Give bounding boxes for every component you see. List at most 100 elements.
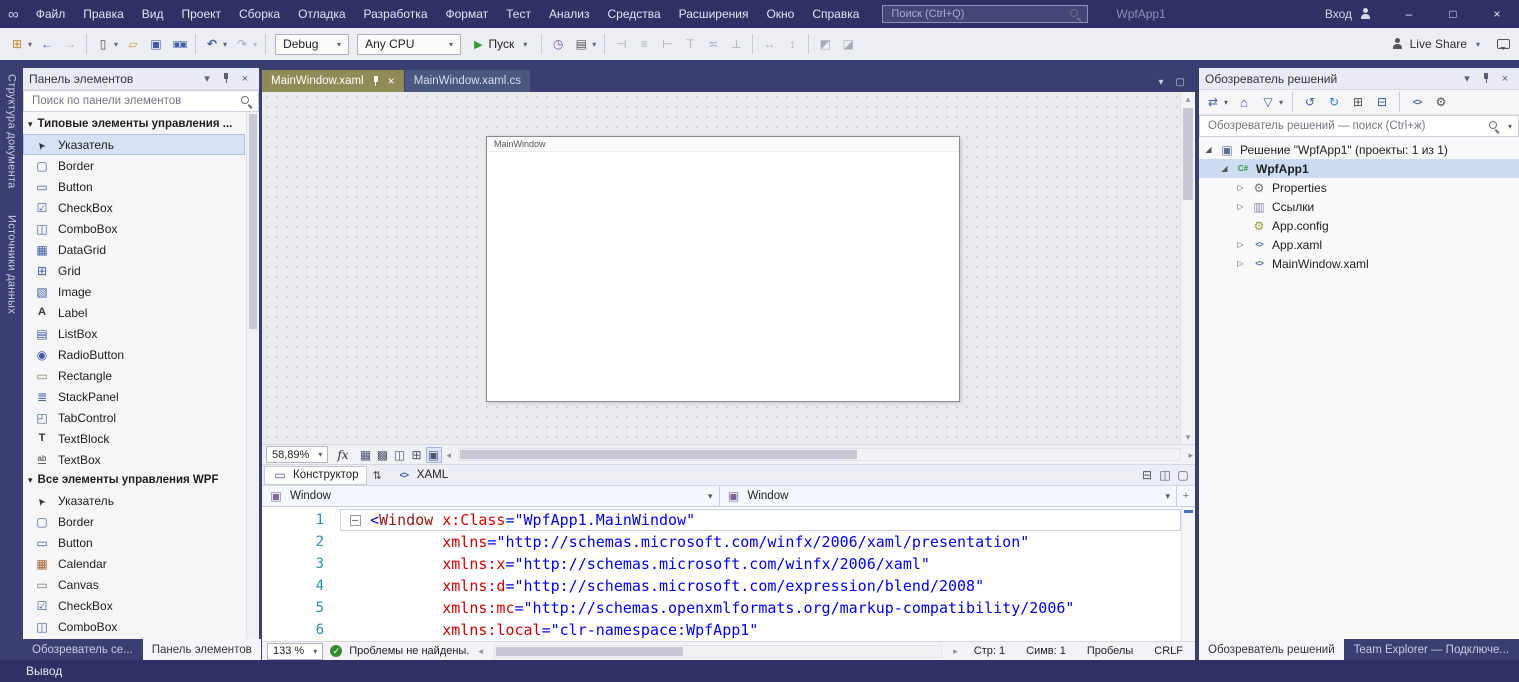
snap-grid-icon[interactable] <box>375 447 391 463</box>
toolbox-scrollbar[interactable] <box>246 112 259 639</box>
pin-icon[interactable] <box>371 75 381 88</box>
tree-item[interactable]: ▷Properties <box>1199 178 1519 197</box>
maximize-button[interactable]: □ <box>1431 0 1475 28</box>
toolbox-item[interactable]: TabControl <box>23 407 245 428</box>
add-item-icon[interactable]: ▾ <box>6 32 35 56</box>
line-ending-indicator[interactable]: CRLF <box>1154 645 1183 657</box>
menu-item[interactable]: Тест <box>497 0 540 28</box>
menu-item[interactable]: Расширения <box>670 0 758 28</box>
expander-icon[interactable]: ▷ <box>1235 259 1246 268</box>
properties-icon[interactable] <box>1430 90 1452 114</box>
code-line[interactable]: 2 xmlns="http://schemas.microsoft.com/wi… <box>262 531 1181 553</box>
toolbox-item[interactable]: StackPanel <box>23 386 245 407</box>
indentation-indicator[interactable]: Пробелы <box>1087 645 1133 657</box>
menu-item[interactable]: Правка <box>74 0 133 28</box>
code-view-icon[interactable] <box>1406 90 1428 114</box>
collapse-all-icon[interactable] <box>1371 90 1393 114</box>
output-window-icon[interactable]: ▾ <box>570 32 599 56</box>
expander-icon[interactable]: ▷ <box>1235 202 1246 211</box>
editor-vertical-scrollbar[interactable] <box>1181 507 1195 641</box>
toolbox-item[interactable]: Указатель <box>23 490 245 511</box>
scroll-down-icon[interactable]: ▾ <box>1184 430 1193 444</box>
toolbox-item[interactable]: Button <box>23 532 245 553</box>
open-file-icon[interactable] <box>122 32 144 56</box>
close-icon[interactable]: × <box>1497 73 1513 85</box>
scrollbar-thumb[interactable] <box>496 647 683 656</box>
menu-item[interactable]: Справка <box>803 0 868 28</box>
design-window-preview[interactable]: MainWindow <box>486 136 960 402</box>
toolbox-item[interactable]: RadioButton <box>23 344 245 365</box>
code-line[interactable]: 5 xmlns:mc="http://schemas.openxmlformat… <box>262 597 1181 619</box>
home-icon[interactable] <box>1233 90 1255 114</box>
toolbox-item[interactable]: ComboBox <box>23 616 245 637</box>
snap-to-snaplines-icon[interactable] <box>426 447 442 463</box>
tree-item[interactable]: ◢WpfApp1 <box>1199 159 1519 178</box>
toolbox-item[interactable]: Border <box>23 155 245 176</box>
breadcrumb-left-dropdown[interactable]: Window ▾ <box>262 486 720 506</box>
navigate-back-icon[interactable] <box>36 32 58 56</box>
solution-platforms-dropdown[interactable]: Any CPU▾ <box>357 34 461 55</box>
close-button[interactable]: × <box>1475 0 1519 28</box>
chevron-down-icon[interactable]: ▾ <box>1508 122 1512 131</box>
menu-item[interactable]: Вид <box>133 0 173 28</box>
scrollbar-thumb[interactable] <box>1183 108 1193 200</box>
window-position-icon[interactable]: ▾ <box>1459 72 1475 85</box>
switch-views-icon[interactable]: ▾ <box>1202 90 1231 114</box>
toolbox-item[interactable]: ListBox <box>23 323 245 344</box>
code-line[interactable]: 4 xmlns:d="http://schemas.microsoft.com/… <box>262 575 1181 597</box>
panel-tab[interactable]: Team Explorer — Подключе... <box>1345 639 1518 660</box>
snaplines-icon[interactable] <box>392 447 408 463</box>
window-position-icon[interactable]: ▾ <box>199 72 215 85</box>
menu-item[interactable]: Отладка <box>289 0 354 28</box>
menu-item[interactable]: Формат <box>437 0 498 28</box>
toolbox-item[interactable]: Rectangle <box>23 365 245 386</box>
issues-status[interactable]: Проблемы не найдены. <box>349 645 469 657</box>
toolbox-item[interactable]: Label <box>23 302 245 323</box>
effects-button[interactable]: fx <box>331 448 354 462</box>
expander-icon[interactable]: ▷ <box>1235 183 1246 192</box>
xaml-editor[interactable]: 1–<Window x:Class="WpfApp1.MainWindow"2 … <box>262 507 1195 641</box>
scroll-right-icon[interactable]: ▸ <box>1186 448 1195 462</box>
toolbox-item[interactable]: TextBlock <box>23 428 245 449</box>
designer-surface[interactable]: MainWindow ▴ ▾ <box>262 92 1195 444</box>
close-icon[interactable]: × <box>388 74 395 88</box>
save-all-icon[interactable] <box>168 32 190 56</box>
breadcrumb-right-dropdown[interactable]: Window ▾ <box>720 486 1178 506</box>
code-line[interactable]: 1–<Window x:Class="WpfApp1.MainWindow" <box>262 509 1181 531</box>
health-check-icon[interactable]: ✓ <box>330 645 342 657</box>
designer-vertical-scrollbar[interactable]: ▴ ▾ <box>1180 92 1195 444</box>
toolbox-item[interactable]: Calendar <box>23 553 245 574</box>
toolbox-item[interactable]: CheckBox <box>23 595 245 616</box>
tree-item[interactable]: ▷Ссылки <box>1199 197 1519 216</box>
toolbox-item[interactable]: CheckBox <box>23 197 245 218</box>
code-line[interactable]: 6 xmlns:local="clr-namespace:WpfApp1" <box>262 619 1181 641</box>
splitter-grip-icon[interactable]: + <box>1177 490 1195 502</box>
split-vertical-icon[interactable] <box>1157 467 1173 483</box>
designer-zoom-dropdown[interactable]: 58,89% ▾ <box>266 446 328 463</box>
pin-icon[interactable] <box>221 72 231 85</box>
menu-item[interactable]: Сборка <box>230 0 289 28</box>
expand-pane-icon[interactable] <box>1175 467 1191 483</box>
sync-with-active-icon[interactable] <box>1299 90 1321 114</box>
fold-toggle-icon[interactable]: – <box>350 515 361 526</box>
undo-icon[interactable]: ▾ <box>201 32 230 56</box>
sign-in-button[interactable]: Вход <box>1325 7 1371 21</box>
xaml-view-tab[interactable]: XAML <box>388 466 456 485</box>
quick-search-box[interactable] <box>882 5 1088 23</box>
editor-horizontal-scrollbar[interactable] <box>494 645 942 658</box>
scrollbar-track[interactable] <box>1181 106 1195 430</box>
scroll-right-icon[interactable]: ▸ <box>951 644 960 658</box>
feedback-button[interactable] <box>1494 32 1513 56</box>
editor-zoom-dropdown[interactable]: 133 % ▾ <box>267 643 323 660</box>
toolbox-item[interactable]: Grid <box>23 260 245 281</box>
tree-item[interactable]: ▷App.xaml <box>1199 235 1519 254</box>
menu-item[interactable]: Проект <box>172 0 230 28</box>
code-line[interactable]: 3 xmlns:x="http://schemas.microsoft.com/… <box>262 553 1181 575</box>
tree-item[interactable]: ◢Решение "WpfApp1" (проекты: 1 из 1) <box>1199 140 1519 159</box>
menu-item[interactable]: Средства <box>598 0 669 28</box>
scrollbar-thumb[interactable] <box>249 114 257 329</box>
menu-item[interactable]: Файл <box>27 0 75 28</box>
save-icon[interactable] <box>145 32 167 56</box>
scroll-left-icon[interactable]: ◂ <box>476 644 485 658</box>
toolbox-item[interactable]: Canvas <box>23 574 245 595</box>
